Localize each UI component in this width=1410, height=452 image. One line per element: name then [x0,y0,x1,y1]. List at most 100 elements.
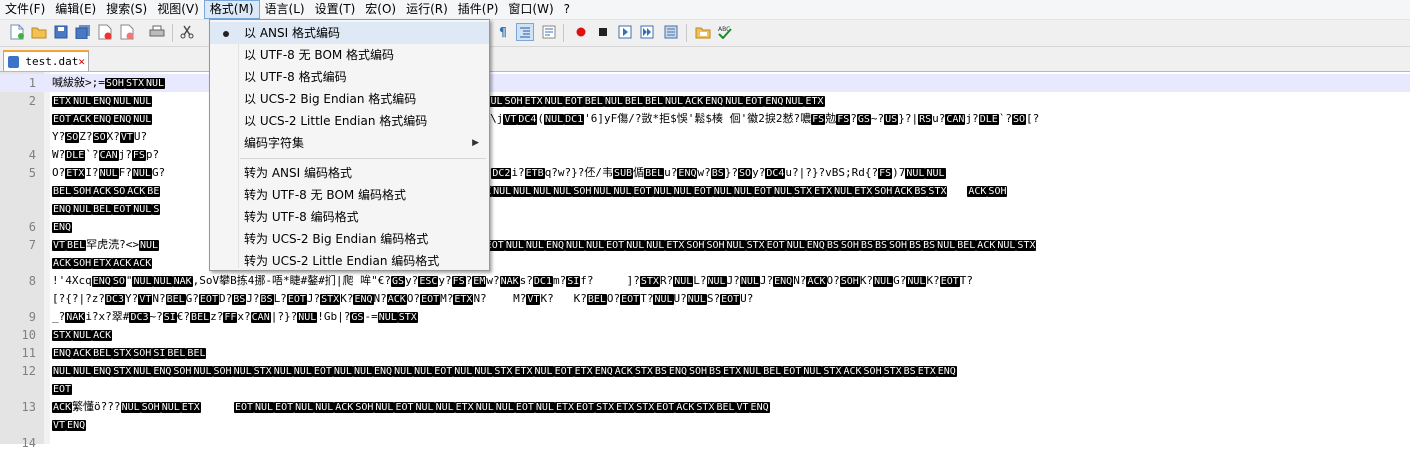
control-char-badge: EOT [620,294,641,305]
control-char-badge: NUL [785,240,806,251]
tab-test-dat[interactable]: test.dat ✕ [3,50,89,71]
menu-search[interactable]: 搜索(S) [101,0,152,19]
control-char-badge: GS [350,312,365,323]
editor-line[interactable]: 11 ENQ ACK BEL STX SOH SI BEL BEL [0,344,1410,362]
menu-item-convert-utf8-nobom[interactable]: 转为 UTF-8 无 BOM 编码格式 [210,184,489,206]
text-run: K? [340,292,354,305]
line-text: STX NUL ACK [52,326,113,345]
editor-line[interactable]: 13 ACK繁懂ö???NUL SOH NUL ETX EOT NUL EOT NUL NUL A… [0,398,1410,416]
control-char-badge: BS [859,240,874,251]
control-char-badge: NUL [664,96,685,107]
control-char-badge: VT [52,420,67,431]
text-run: f? ]? [580,274,640,287]
new-file-icon[interactable] [8,23,26,41]
editor-line[interactable]: 10 STX NUL ACK [0,326,1410,344]
play-macro-icon[interactable] [616,23,634,41]
word-wrap-icon[interactable] [540,23,558,41]
menu-edit[interactable]: 编辑(E) [50,0,101,19]
editor-line[interactable]: 8 !'4XcqENQ SO"NUL NUL NAK,SoV攀B拣4挪-唔*睫#鏊#扪|… [0,272,1410,290]
control-char-badge: ENQ [805,240,826,251]
control-char-badge: BS [922,240,937,251]
control-char-badge: ACK [72,348,93,359]
indent-guide-icon[interactable] [516,23,534,41]
close-tab-icon[interactable]: ✕ [78,55,85,68]
control-char-badge: SOH [132,348,153,359]
control-char-badge: EOT [720,294,741,305]
control-char-badge: EOT [514,402,535,413]
control-char-badge: FF [223,312,238,323]
show-all-chars-icon[interactable]: ¶ [494,23,512,41]
stop-macro-icon[interactable] [594,23,612,41]
text-run: `? [85,148,99,161]
menu-plugins[interactable]: 插件(P) [453,0,504,19]
menu-window[interactable]: 窗口(W) [503,0,558,19]
save-all-icon[interactable] [74,23,92,41]
control-char-badge: NUL [132,276,153,287]
save-icon[interactable] [52,23,70,41]
editor-line[interactable]: [?{?|?z?DC3Y?VTN?BELG?EOTD?BSJ?BSL?EOTJ?… [0,290,1410,308]
line-text: VT ENQ [52,416,87,435]
menu-item-label: 以 UCS-2 Big Endian 格式编码 [244,92,417,106]
control-char-badge: BEL [644,168,665,179]
editor-line[interactable]: 9 _?NAKi?x?翠#DC3~?SI€?BELz?FFx?CAN|?}?NUL… [0,308,1410,326]
editor-line[interactable]: VT ENQ [0,416,1410,434]
spell-check-icon[interactable]: ABC [716,23,734,41]
menu-language[interactable]: 语言(L) [260,0,310,19]
menu-item-encode-ansi[interactable]: 以 ANSI 格式编码 [210,22,489,44]
control-char-badge: FS [878,168,893,179]
control-char-badge: ETX [92,258,113,269]
line-text: !'4XcqENQ SO"NUL NUL NAK,SoV攀B拣4挪-唔*睫#鏊#扪|爬… [52,272,973,291]
record-macro-icon[interactable] [572,23,590,41]
text-run: N? M? [473,292,527,305]
text-run: w? [486,274,500,287]
editor-line[interactable]: 14 [0,434,1410,452]
control-char-badge: NUL [686,294,707,305]
control-char-badge: NAK [499,276,520,287]
menu-format[interactable]: 格式(M) [203,0,260,19]
menu-item-encode-utf8-nobom[interactable]: 以 UTF-8 无 BOM 格式编码 [210,44,489,66]
menu-macro[interactable]: 宏(O) [360,0,401,19]
menu-item-convert-ansi[interactable]: 转为 ANSI 编码格式 [210,162,489,184]
control-char-badge: STX [695,402,716,413]
menu-item-encode-ucs2-le[interactable]: 以 UCS-2 Little Endian 格式编码 [210,110,489,132]
open-file-icon[interactable] [30,23,48,41]
menu-item-encode-utf8[interactable]: 以 UTF-8 格式编码 [210,66,489,88]
menu-item-convert-ucs2-be[interactable]: 转为 UCS-2 Big Endian 编码格式 [210,228,489,250]
menu-item-charset[interactable]: 编码字符集 ▶ [210,132,489,154]
menu-settings[interactable]: 设置(T) [310,0,361,19]
save-macro-icon[interactable] [662,23,680,41]
control-char-badge: NUL [414,402,435,413]
control-char-badge: ENQ [112,114,133,125]
print-icon[interactable] [148,23,166,41]
run-macro-multiple-icon[interactable] [638,23,656,41]
menu-run[interactable]: 运行(R) [401,0,453,19]
cut-icon[interactable] [178,23,196,41]
menu-help[interactable]: ? [559,0,575,19]
line-number: 11 [21,346,36,360]
line-text: ENQ NUL BEL EOT NUL S [52,200,161,219]
control-char-badge: NUL [725,240,746,251]
close-all-icon[interactable] [118,23,136,41]
control-char-badge: FS [811,114,826,125]
doc-map-icon[interactable] [694,23,712,41]
menu-view[interactable]: 视图(V) [152,0,204,19]
menu-file[interactable]: 文件(F) [0,0,50,19]
text-run: 罕虎涜?<> [86,238,139,251]
control-char-badge: NUL [332,366,353,377]
text-run: w? [697,166,711,179]
menu-item-encode-ucs2-be[interactable]: 以 UCS-2 Big Endian 格式编码 [210,88,489,110]
control-char-badge: NUL [473,366,494,377]
control-char-badge: NUL [833,186,854,197]
control-char-badge: NUL [732,186,753,197]
editor-line[interactable]: 12 NUL NUL ENQ STX NUL ENQ SOH NUL SOH NUL STX NUL NU… [0,362,1410,380]
editor-line[interactable]: EOT [0,380,1410,398]
control-char-badge: STX [745,240,766,251]
control-char-badge: NUL [544,114,565,125]
control-char-badge: BS [232,294,247,305]
close-icon[interactable] [96,23,114,41]
control-char-badge: NUL [543,96,564,107]
line-text: BELSOHACKSOACKBE SOHNULSTXNULNULNULNULSO… [52,182,1008,201]
control-char-badge: SOH [839,240,860,251]
menu-item-convert-ucs2-le[interactable]: 转为 UCS-2 Little Endian 编码格式 [210,250,489,272]
menu-item-convert-utf8[interactable]: 转为 UTF-8 编码格式 [210,206,489,228]
